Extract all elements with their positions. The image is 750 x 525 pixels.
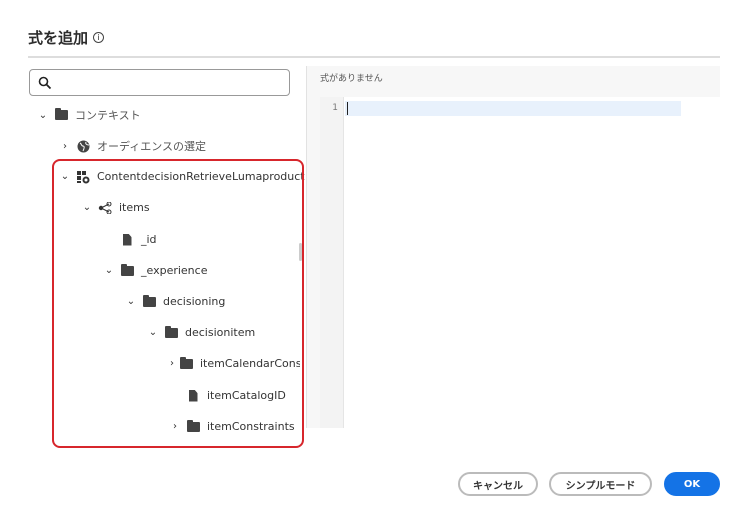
ok-button[interactable]: OK xyxy=(664,472,720,496)
line-number: 1 xyxy=(332,103,338,113)
title-text: 式を追加 xyxy=(28,29,89,47)
divider xyxy=(28,56,720,58)
highlight-box xyxy=(52,159,304,448)
pane-divider[interactable] xyxy=(306,66,307,428)
tree-node-audience[interactable]: › オーディエンスの選定 xyxy=(60,138,206,154)
node-label: コンテキスト xyxy=(75,109,141,122)
tree-node-context[interactable]: ⌄ コンテキスト xyxy=(38,107,141,123)
text-caret xyxy=(347,102,348,115)
info-icon[interactable]: i xyxy=(93,32,105,43)
simple-mode-button[interactable]: シンプルモード xyxy=(549,472,652,496)
current-line xyxy=(345,101,681,116)
node-label: オーディエンスの選定 xyxy=(97,140,207,153)
chevron-right-icon[interactable]: › xyxy=(60,141,70,152)
chevron-down-icon[interactable]: ⌄ xyxy=(38,110,48,121)
no-expression-label: 式がありません xyxy=(320,74,383,84)
dialog-title: 式を追加 i xyxy=(28,27,105,48)
line-gutter: 1 xyxy=(320,97,344,428)
globe-icon xyxy=(76,140,90,152)
search-icon xyxy=(38,76,52,90)
cancel-button[interactable]: キャンセル xyxy=(458,472,538,496)
code-editor[interactable] xyxy=(344,97,720,428)
folder-icon xyxy=(54,108,68,120)
search-input[interactable] xyxy=(29,69,290,96)
scrollbar[interactable] xyxy=(299,243,302,261)
